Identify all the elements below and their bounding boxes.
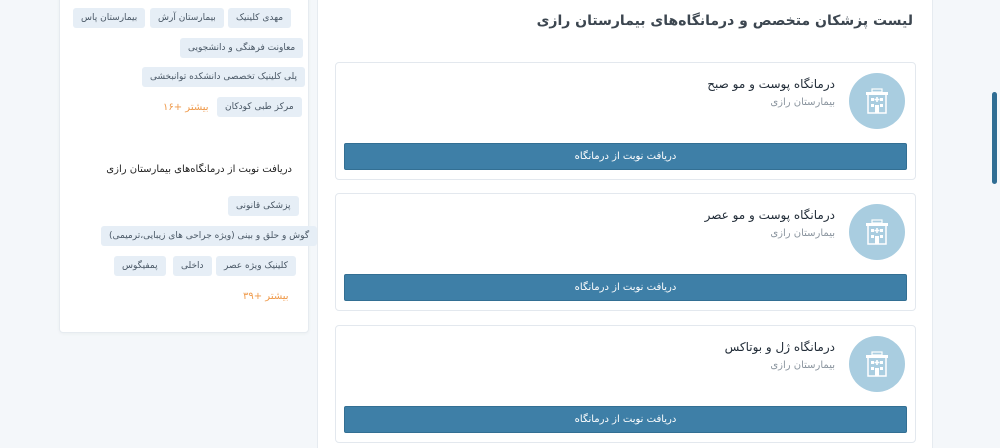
clinic-tag[interactable]: داخلی — [173, 256, 212, 276]
book-appointment-button[interactable]: دریافت نوبت از درمانگاه — [344, 274, 907, 301]
hospital-tag[interactable]: معاونت فرهنگی و دانشجویی — [180, 38, 304, 58]
clinic-hospital: بیمارستان رازی — [770, 228, 835, 239]
clinics-section-title: دریافت نوبت از درمانگاه‌های بیمارستان را… — [106, 164, 292, 175]
hospital-tag[interactable]: مهدی کلینیک — [228, 8, 292, 28]
main-content: لیست پزشکان متخصص و درمانگاه‌های بیمارست… — [317, 0, 933, 448]
clinic-tag[interactable]: کلینیک ویژه عصر — [216, 256, 296, 276]
hospital-tag[interactable]: پلی کلینیک تخصصی دانشکده توانبخشی — [142, 67, 305, 87]
clinic-card: درمانگاه پوست و مو صبح بیمارستان رازی در… — [335, 62, 916, 180]
clinic-hospital: بیمارستان رازی — [770, 97, 835, 108]
hospital-building-icon — [849, 73, 905, 129]
hospital-tag[interactable]: بیمارستان آرش — [150, 8, 224, 28]
clinic-card: درمانگاه ژل و بوتاکس بیمارستان رازی دریا… — [335, 325, 916, 443]
page: مهدی کلینیک بیمارستان آرش بیمارستان پاس … — [0, 0, 1000, 448]
hospital-building-icon — [849, 336, 905, 392]
page-title: لیست پزشکان متخصص و درمانگاه‌های بیمارست… — [536, 13, 913, 29]
clinic-tag[interactable]: پمفیگوس — [114, 256, 166, 276]
hospital-building-icon — [849, 204, 905, 260]
clinic-tag[interactable]: پزشکی قانونی — [228, 196, 299, 216]
sidebar: مهدی کلینیک بیمارستان آرش بیمارستان پاس … — [59, 0, 318, 333]
hospital-tag[interactable]: مرکز طبی کودکان — [217, 97, 302, 117]
hospitals-more-link[interactable]: بیشتر +۱۶ — [163, 102, 209, 113]
clinic-tag[interactable]: گوش و حلق و بینی (ویژه جراحی های زیبایی،… — [101, 226, 318, 246]
clinic-name[interactable]: درمانگاه پوست و مو عصر — [705, 208, 835, 222]
clinic-name[interactable]: درمانگاه ژل و بوتاکس — [725, 340, 835, 354]
clinic-name[interactable]: درمانگاه پوست و مو صبح — [707, 77, 835, 91]
book-appointment-button[interactable]: دریافت نوبت از درمانگاه — [344, 406, 907, 433]
hospital-tag[interactable]: بیمارستان پاس — [73, 8, 146, 28]
clinic-card: درمانگاه پوست و مو عصر بیمارستان رازی در… — [335, 193, 916, 311]
book-appointment-button[interactable]: دریافت نوبت از درمانگاه — [344, 143, 907, 170]
clinics-more-link[interactable]: بیشتر +۳۹ — [243, 291, 289, 302]
scrollbar-thumb[interactable] — [992, 92, 997, 184]
clinic-hospital: بیمارستان رازی — [770, 360, 835, 371]
